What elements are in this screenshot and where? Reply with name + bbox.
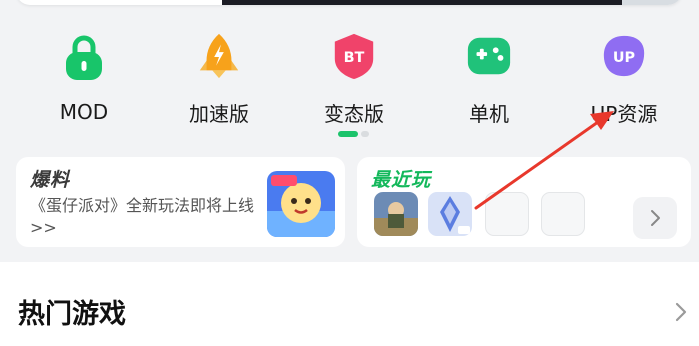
chevron-right-icon [651,210,660,226]
rocket-icon [199,33,239,79]
recent-more-button[interactable] [633,197,677,239]
svg-text:UP: UP [613,50,635,66]
recent-game-empty [541,192,585,236]
pager-dot [361,131,369,137]
news-title: 爆料 [30,169,71,191]
category-label: MOD [59,100,109,124]
recent-game-1[interactable] [374,192,418,236]
recent-game-empty [485,192,529,236]
hot-games-section: 热门游戏 [0,262,699,346]
news-card[interactable]: 爆料 《蛋仔派对》全新玩法即将上线>> [16,157,345,247]
category-mod[interactable]: MOD [29,32,139,127]
category-up[interactable]: UP UP资源 [569,32,679,127]
lock-icon [66,35,102,80]
recent-title: 最近玩 [371,169,432,191]
news-thumbnail[interactable] [267,171,335,237]
pager-indicator [0,131,699,137]
category-bt[interactable]: BT 变态版 [299,32,409,127]
category-label: 单机 [469,102,509,126]
svg-text:BT: BT [344,50,365,66]
news-text[interactable]: 《蛋仔派对》全新玩法即将上线>> [30,195,262,239]
category-single[interactable]: 单机 [434,32,544,127]
banner-image [222,0,622,5]
category-label: UP资源 [590,102,658,126]
category-label: 加速版 [189,102,249,126]
top-banner[interactable] [16,0,682,5]
category-label: 变态版 [324,102,384,126]
category-speed[interactable]: 加速版 [164,32,274,127]
category-row: MOD 加速版 BT 变态版 单机 UP UP资源 [0,20,699,130]
recent-game-2[interactable] [428,192,472,236]
recent-played-card: 最近玩 [357,157,691,247]
banner-next-preview [622,0,682,5]
gamepad-icon [467,37,511,75]
bt-badge-icon: BT [334,33,374,80]
pager-dot-active [338,131,358,137]
chevron-right-icon[interactable] [672,300,690,324]
up-badge-icon: UP [603,35,645,77]
hot-games-title: 热门游戏 [18,299,126,330]
